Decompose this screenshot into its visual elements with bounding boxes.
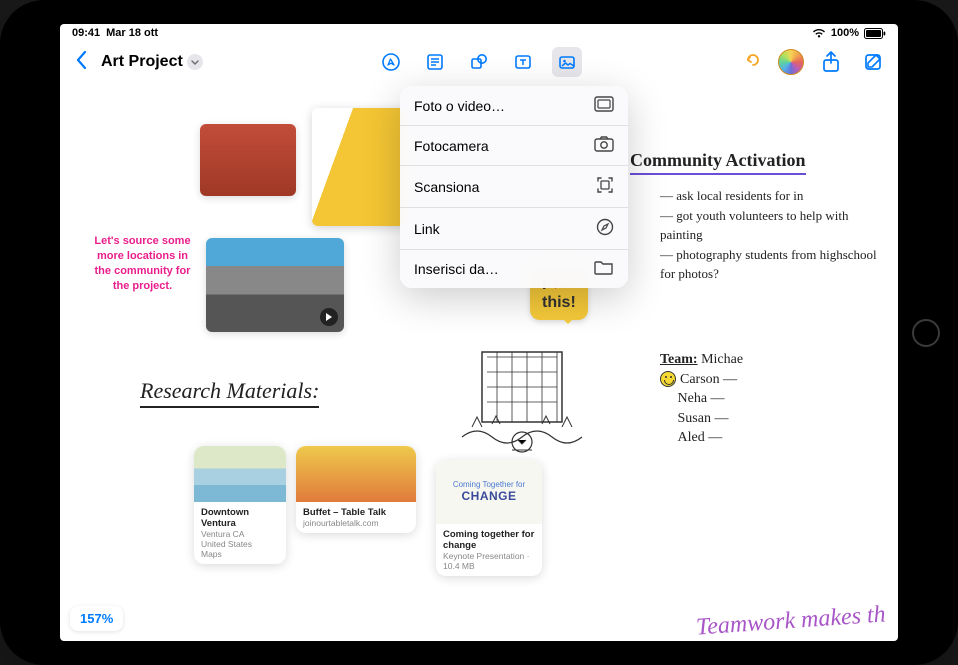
- play-icon: [320, 308, 338, 326]
- card-subtitle: United States: [201, 539, 279, 549]
- screen: 09:41 Mar 18 ott 100% Art Project: [60, 24, 898, 641]
- board-title-label: Art Project: [101, 53, 183, 71]
- menu-item-link[interactable]: Link: [400, 208, 628, 250]
- list-item: got youth volunteers to help with painti…: [660, 206, 880, 245]
- logo-big: CHANGE: [461, 489, 516, 503]
- handwriting-team-list[interactable]: Team: Michae Carson — Neha — Susan — Ale…: [660, 350, 743, 448]
- home-button[interactable]: [912, 319, 940, 347]
- menu-item-scan[interactable]: Scansiona: [400, 166, 628, 208]
- chevron-down-icon: [187, 54, 203, 70]
- card-source: Maps: [201, 549, 279, 559]
- menu-item-camera[interactable]: Fotocamera: [400, 126, 628, 166]
- team-label: Team:: [660, 352, 698, 367]
- toolbar: Art Project: [60, 42, 898, 82]
- building-sketch[interactable]: [452, 342, 592, 462]
- smiley-icon: [660, 371, 676, 387]
- list-item: photography students from highschool for…: [660, 245, 880, 284]
- pen-tool-button[interactable]: [376, 47, 406, 77]
- menu-item-label: Foto o video…: [414, 98, 505, 114]
- ipad-device-frame: 09:41 Mar 18 ott 100% Art Project: [0, 0, 958, 665]
- menu-item-label: Inserisci da…: [414, 261, 499, 277]
- insert-menu: Foto o video… Fotocamera Scansiona Link …: [400, 86, 628, 288]
- zoom-level-button[interactable]: 157%: [70, 606, 123, 631]
- media-insert-button[interactable]: [552, 47, 582, 77]
- logo-top: Coming Together for: [453, 480, 525, 489]
- menu-item-photo-video[interactable]: Foto o video…: [400, 86, 628, 126]
- card-title: Downtown Ventura: [201, 507, 279, 529]
- team-member: Aled: [678, 430, 705, 445]
- board-title-button[interactable]: Art Project: [101, 53, 203, 71]
- wifi-icon: [812, 28, 826, 38]
- link-card-buffet[interactable]: Buffet – Table Talk joinourtabletalk.com: [296, 446, 416, 533]
- menu-item-label: Scansiona: [414, 179, 479, 195]
- color-palette-button[interactable]: [778, 49, 804, 75]
- scan-icon: [596, 176, 614, 197]
- file-card-keynote[interactable]: Coming Together for CHANGE Coming togeth…: [436, 460, 542, 576]
- pink-text-note[interactable]: Let's source some more locations in the …: [90, 234, 195, 293]
- zoom-label: 157%: [80, 611, 113, 626]
- camera-icon: [594, 136, 614, 155]
- team-member: Michae: [701, 352, 743, 367]
- photo-brick-wall[interactable]: [200, 124, 296, 196]
- handwriting-community-title[interactable]: Community Activation: [630, 150, 806, 175]
- list-item: ask local residents for in: [660, 186, 880, 206]
- photo-yellow-building[interactable]: [312, 108, 406, 226]
- text-tool-button[interactable]: [508, 47, 538, 77]
- battery-percent: 100%: [831, 27, 859, 39]
- photos-icon: [594, 96, 614, 115]
- handwriting-teamwork[interactable]: Teamwork makes th: [696, 601, 887, 641]
- shape-tool-button[interactable]: [464, 47, 494, 77]
- handwriting-community-list[interactable]: ask local residents for in got youth vol…: [660, 186, 880, 284]
- status-bar: 09:41 Mar 18 ott 100%: [60, 24, 898, 42]
- link-card-map[interactable]: Downtown Ventura Ventura CA United State…: [194, 446, 286, 564]
- menu-item-insert-from[interactable]: Inserisci da…: [400, 250, 628, 288]
- undo-button[interactable]: [740, 50, 766, 75]
- map-thumbnail: [194, 446, 286, 502]
- folder-icon: [594, 260, 614, 278]
- share-button[interactable]: [816, 47, 846, 77]
- card-subtitle: Ventura CA: [201, 529, 279, 539]
- team-member: Carson: [680, 372, 720, 387]
- status-time: 09:41: [72, 27, 100, 39]
- buffet-thumbnail: [296, 446, 416, 502]
- handwriting-research-title[interactable]: Research Materials:: [140, 378, 319, 408]
- compose-button[interactable]: [858, 47, 888, 77]
- back-button[interactable]: [70, 47, 93, 78]
- menu-item-label: Link: [414, 221, 440, 237]
- menu-item-label: Fotocamera: [414, 138, 489, 154]
- video-street-mural[interactable]: [206, 238, 344, 332]
- team-member: Neha: [678, 391, 708, 406]
- card-title: Coming together for change: [443, 529, 535, 551]
- compass-icon: [596, 218, 614, 239]
- note-tool-button[interactable]: [420, 47, 450, 77]
- keynote-thumbnail: Coming Together for CHANGE: [436, 460, 542, 524]
- toolbar-right: [740, 47, 888, 77]
- status-date: Mar 18 ott: [106, 27, 158, 39]
- card-subtitle: Keynote Presentation · 10.4 MB: [443, 551, 535, 571]
- card-title: Buffet – Table Talk: [303, 507, 409, 518]
- battery-icon: [864, 28, 886, 39]
- toolbar-center: [376, 47, 582, 77]
- team-member: Susan: [678, 411, 711, 426]
- card-subtitle: joinourtabletalk.com: [303, 518, 409, 528]
- callout-text-2: this!: [542, 294, 576, 311]
